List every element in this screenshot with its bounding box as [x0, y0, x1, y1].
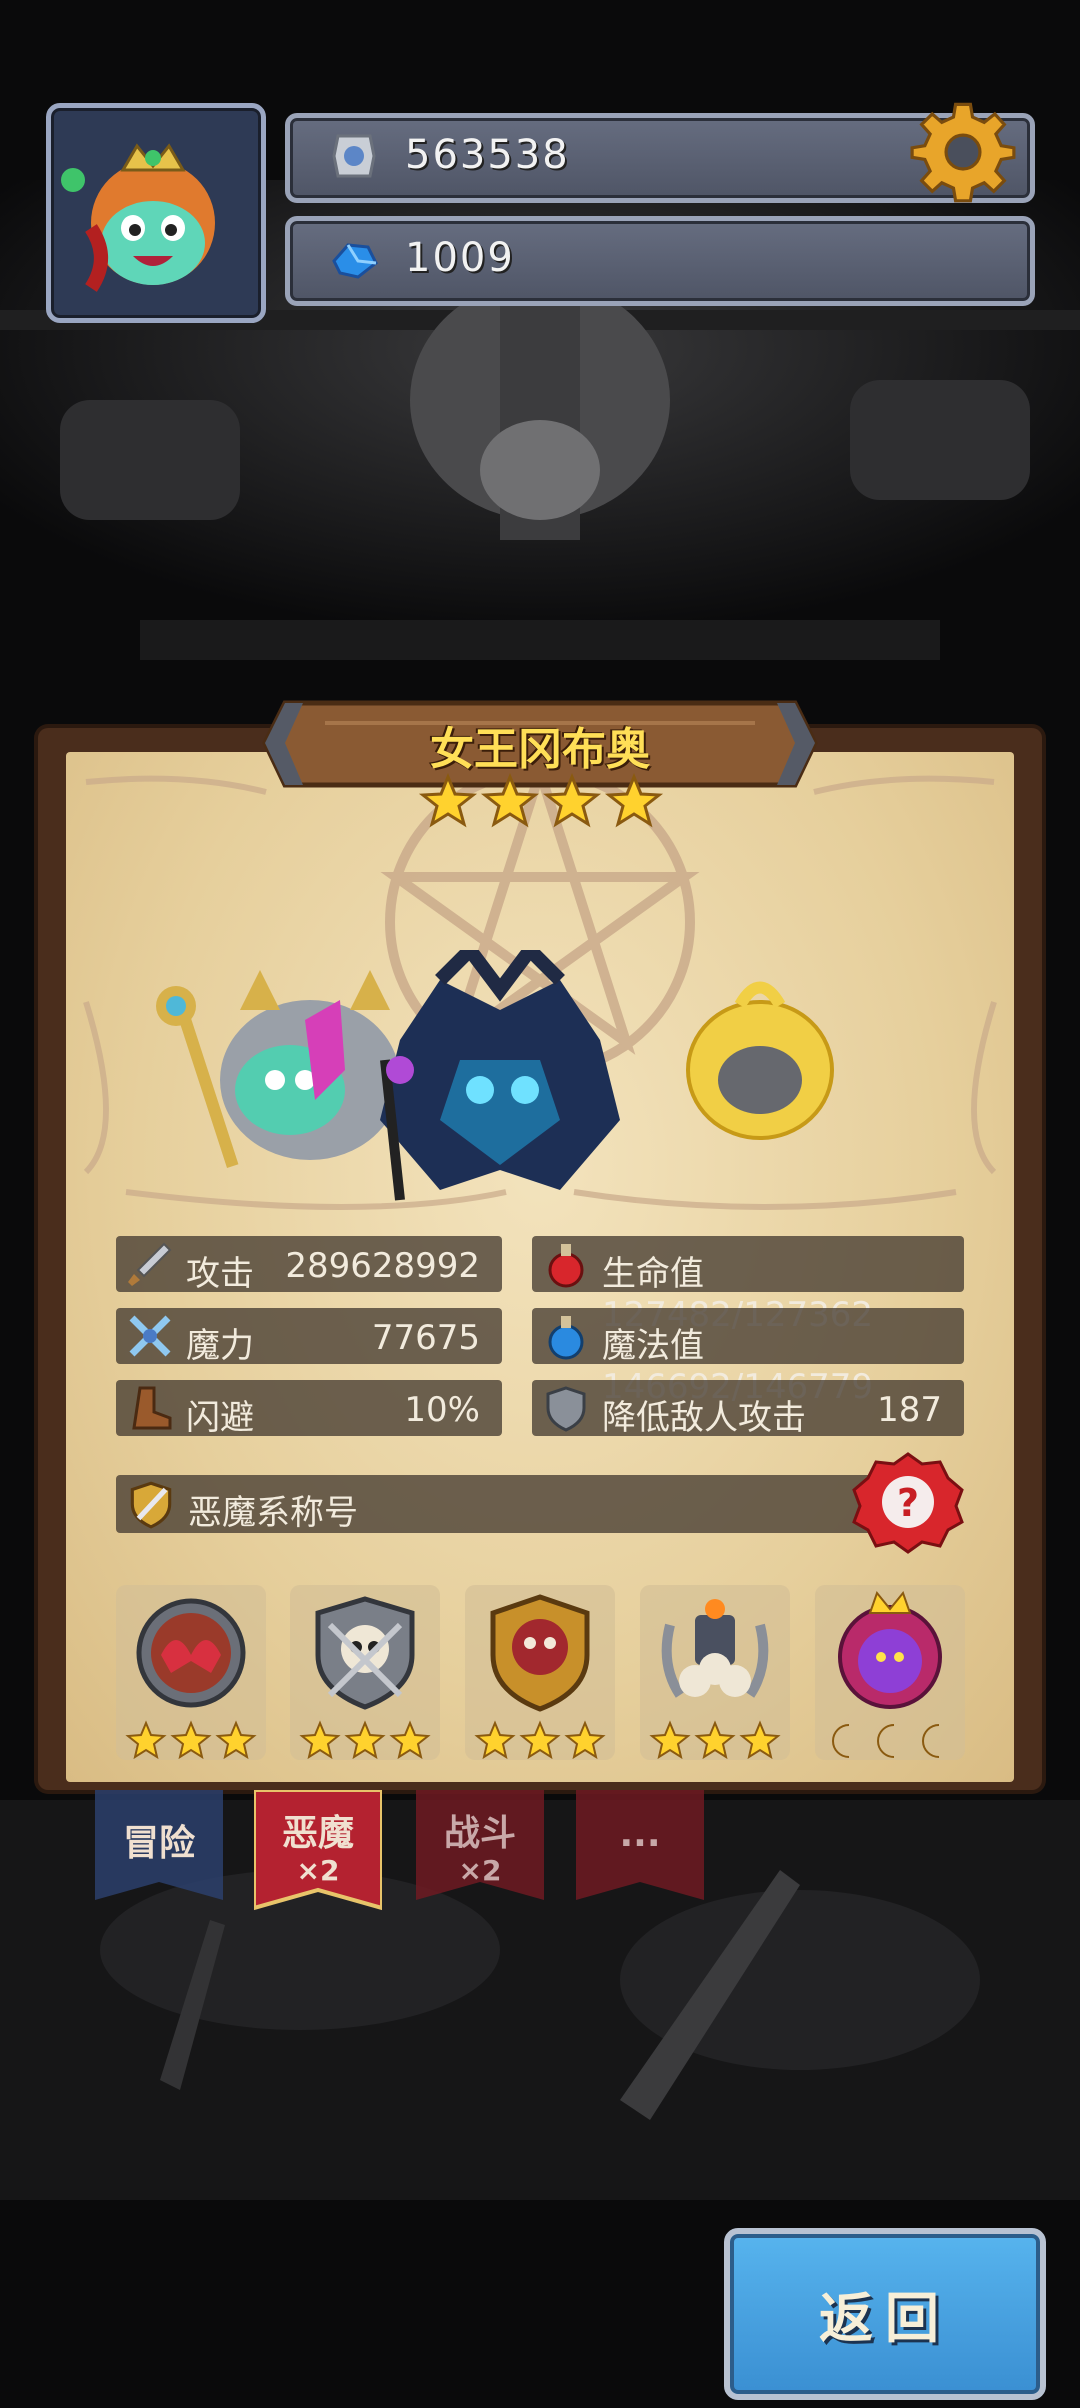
hp-stat: 生命值127482/127362 [532, 1236, 964, 1335]
silver-coin-icon [332, 134, 376, 178]
badge-red-wing[interactable] [116, 1585, 266, 1760]
tab-more[interactable]: ... [576, 1790, 704, 1920]
back-button[interactable]: 返回 [724, 2228, 1046, 2400]
reduce-attack-stat: 降低敌人攻击 187 [532, 1380, 964, 1438]
tab-adventure[interactable]: 冒险 [95, 1790, 223, 1920]
tab-demon-count: ×2 [296, 1854, 340, 1887]
tab-demon[interactable]: 恶魔 ×2 [252, 1788, 384, 1920]
tab-battle-label: 战斗 [443, 1813, 516, 1854]
tab-battle-count: ×2 [458, 1854, 502, 1887]
red-wing-shield-icon [125, 1598, 257, 1760]
title-row-label: 恶魔系称号 [188, 1493, 358, 1533]
dodge-stat: 闪避 10% [116, 1380, 502, 1438]
crossed-wands-icon [129, 1315, 171, 1357]
badge-demon-king[interactable] [815, 1585, 965, 1760]
skull-shield-icon [299, 1596, 431, 1760]
blue-potion-icon [548, 1316, 584, 1360]
gumball-hero-icon [220, 970, 400, 1160]
attack-value: 289628992 [285, 1246, 480, 1286]
hero-star-rating [418, 773, 664, 828]
tab-battle[interactable]: 战斗 ×2 [416, 1790, 544, 1920]
moon-rating [832, 1724, 940, 1758]
badge-skull-shield[interactable] [290, 1585, 440, 1760]
dodge-label: 闪避 [186, 1398, 254, 1438]
star-icon [480, 773, 540, 828]
gem-amount: 1009 [405, 235, 515, 281]
demon-title-row[interactable]: 恶魔系称号 [116, 1475, 946, 1533]
queen-gumball-icon [61, 143, 215, 292]
magic-stat: 魔力 77675 [116, 1308, 502, 1366]
reduce-attack-value: 187 [877, 1390, 942, 1430]
yellow-slime-pet-icon [686, 981, 834, 1140]
svg-text:?: ? [897, 1481, 919, 1525]
hero-party-illustration [156, 950, 834, 1201]
star-icon [542, 773, 602, 828]
badge-demon-face[interactable] [465, 1585, 615, 1760]
player-avatar[interactable] [46, 103, 266, 323]
help-icon[interactable]: ? [852, 1450, 964, 1556]
tab-demon-label: 恶魔 [281, 1813, 354, 1854]
star-icon [604, 773, 664, 828]
magic-label: 魔力 [186, 1326, 254, 1366]
red-potion-icon [548, 1244, 584, 1288]
shield-icon [546, 1386, 586, 1432]
tab-more-label: ... [619, 1814, 661, 1855]
tab-adventure-label: 冒险 [122, 1823, 195, 1864]
purple-demon-king-icon [832, 1590, 942, 1758]
demon-face-shield-icon [474, 1594, 606, 1760]
attack-label: 攻击 [186, 1254, 254, 1294]
back-button-label: 返回 [819, 2287, 951, 2350]
sword-shield-icon [130, 1481, 172, 1529]
mp-stat: 魔法值146692/146779 [532, 1308, 964, 1407]
settings-gear-icon[interactable] [910, 98, 1016, 204]
sword-icon [128, 1242, 172, 1286]
hero-name: 女王冈布奥 [430, 724, 650, 775]
dodge-value: 10% [404, 1390, 480, 1430]
badge-skull-pile[interactable] [640, 1585, 790, 1760]
skull-pile-icon [649, 1599, 781, 1760]
attack-stat: 攻击 289628992 [116, 1236, 502, 1294]
boot-icon [132, 1386, 172, 1430]
magic-value: 77675 [371, 1318, 480, 1358]
gem-bar: 1009 [285, 216, 1035, 306]
demon-armor-icon [380, 950, 620, 1201]
star-icon [418, 773, 478, 828]
gold-amount: 563538 [405, 132, 570, 178]
reduce-attack-label: 降低敌人攻击 [602, 1398, 806, 1438]
blue-gem-icon [332, 243, 378, 279]
